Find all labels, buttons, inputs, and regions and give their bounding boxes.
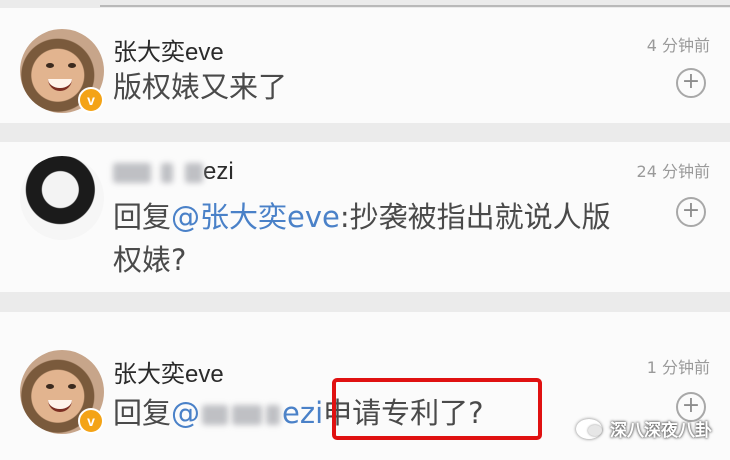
comment-text-line: :抄袭被指出就说人版 [339, 200, 611, 234]
reply-prefix: 回复 [113, 200, 172, 234]
avatar[interactable]: v [20, 350, 104, 434]
wechat-icon [576, 418, 602, 439]
comment-text: 回复@张大奕eve:抄袭被指出就说人版 权婊? [113, 196, 611, 282]
mention-link[interactable]: @张大奕eve [171, 200, 340, 234]
username[interactable]: 张大奕eve [113, 32, 224, 67]
blurred-username [113, 162, 151, 183]
top-divider [100, 5, 730, 7]
avatar[interactable]: v [20, 29, 104, 113]
avatar-image [20, 156, 104, 240]
username[interactable]: ezi [113, 158, 234, 186]
red-highlight-box [332, 378, 542, 440]
add-comment-icon[interactable]: + [676, 68, 706, 98]
watermark: 深八深夜八卦 [576, 416, 712, 441]
comment-item: ezi 24 分钟前 回复@张大奕eve:抄袭被指出就说人版 权婊? + [0, 142, 730, 292]
comment-text-line: 权婊? [113, 243, 187, 277]
username-visible-part: ezi [203, 158, 234, 185]
reply-prefix: 回复 [113, 396, 172, 430]
avatar[interactable] [20, 156, 104, 240]
add-comment-icon[interactable]: + [676, 197, 706, 227]
verified-badge-icon: v [78, 87, 104, 113]
verified-badge-icon: v [78, 408, 104, 434]
username[interactable]: 张大奕eve [113, 354, 224, 389]
comment-item: v 张大奕eve 4 分钟前 版权婊又来了 + [0, 8, 730, 123]
timestamp: 1 分钟前 [646, 358, 710, 377]
comment-text: 版权婊又来了 [113, 70, 288, 104]
watermark-text: 深八深夜八卦 [610, 421, 712, 441]
blurred-username [202, 405, 229, 425]
mention-link[interactable]: @ ezi [171, 396, 323, 430]
timestamp: 4 分钟前 [646, 36, 710, 55]
timestamp: 24 分钟前 [636, 162, 710, 181]
